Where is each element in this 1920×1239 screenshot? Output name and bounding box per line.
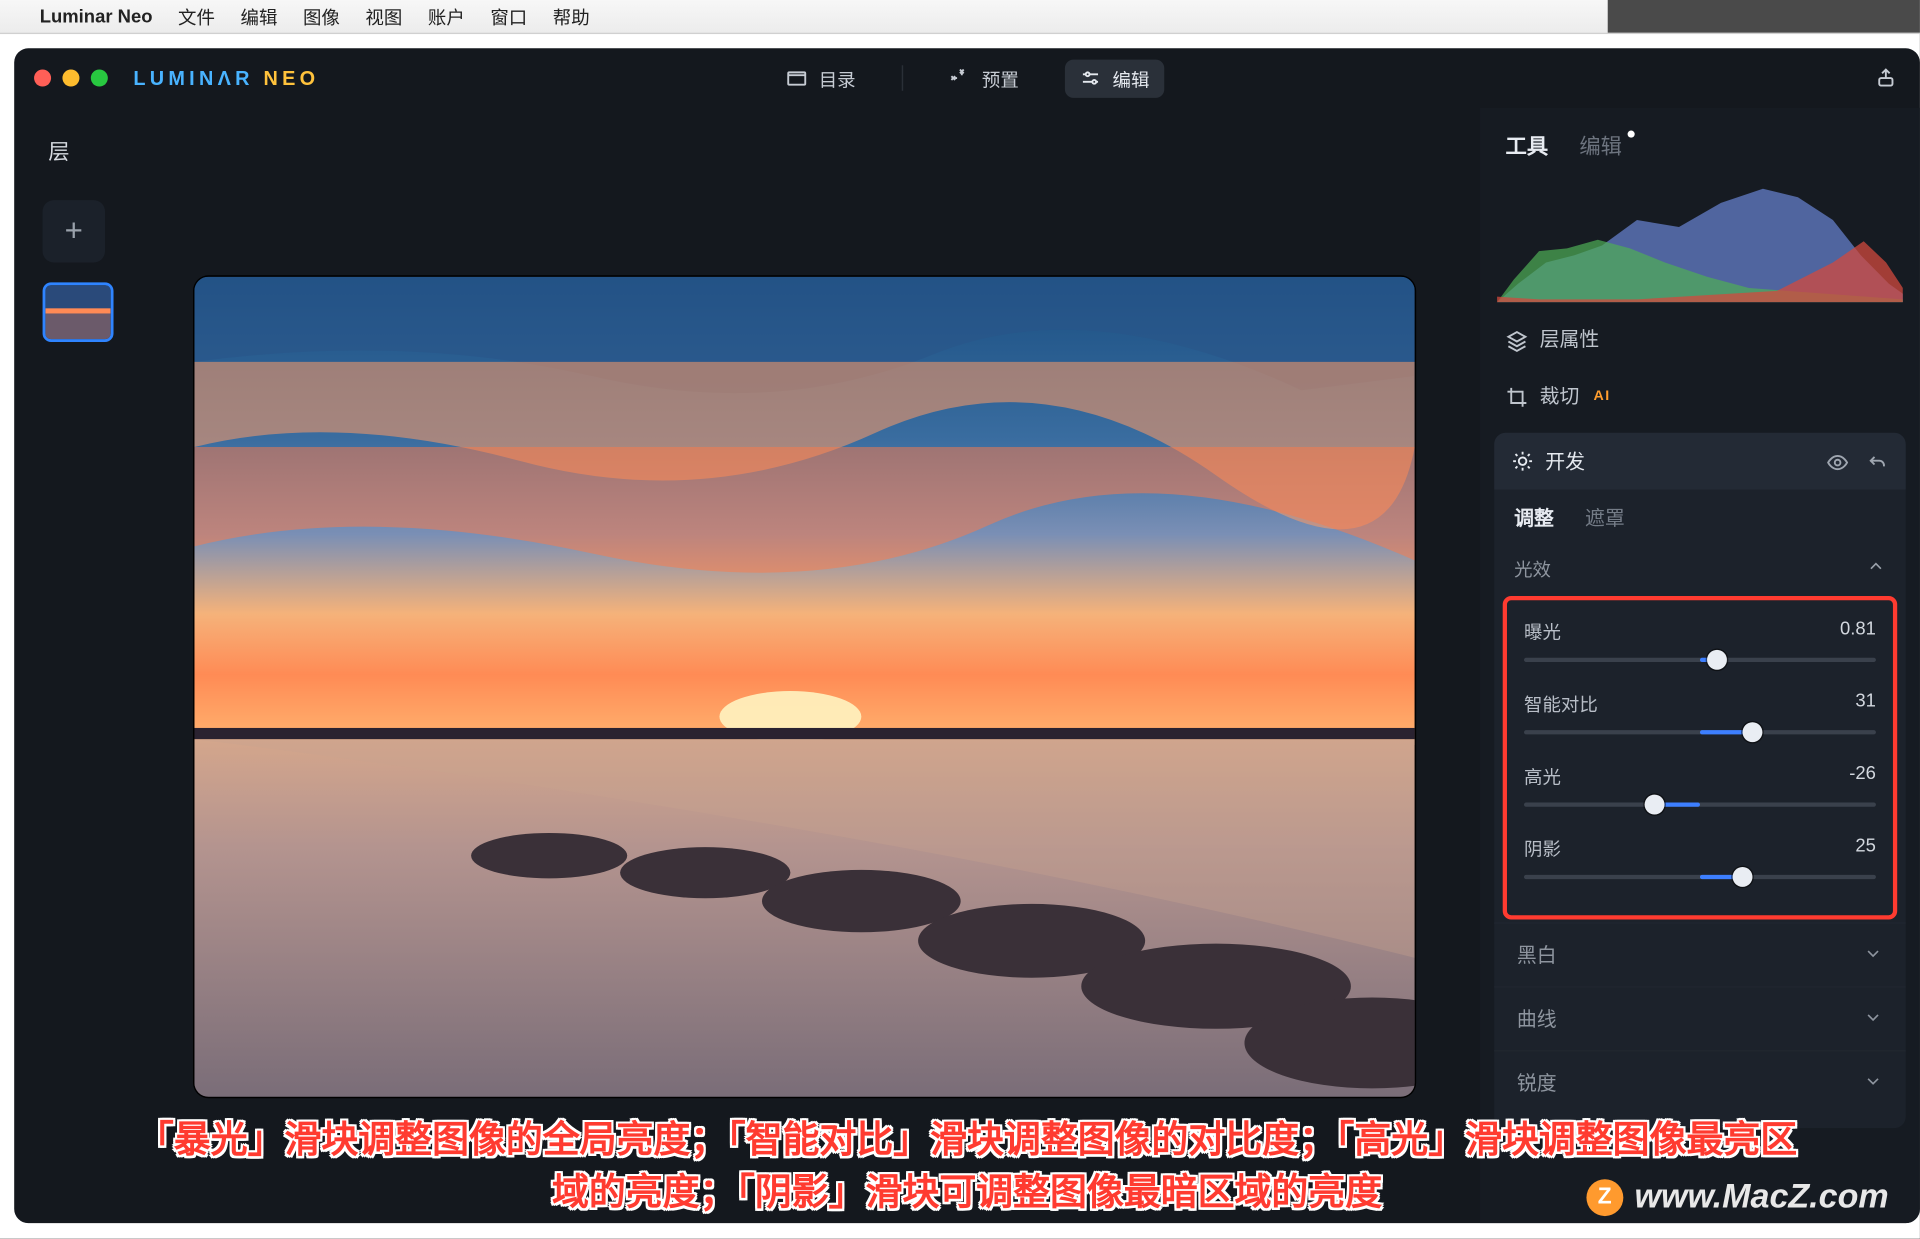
layers-label: 层 [48, 136, 127, 166]
section-label: 锐度 [1517, 1069, 1557, 1097]
ai-badge: AI [1594, 388, 1611, 404]
slider-value: 25 [1855, 834, 1876, 861]
tab-edit-label: 编辑 [1113, 65, 1150, 92]
tab-catalog[interactable]: 目录 [770, 59, 869, 97]
layer-thumbnail[interactable] [43, 282, 114, 342]
tab-catalog-label: 目录 [819, 65, 856, 92]
logo-text-3: NEO [254, 67, 320, 90]
crop-icon [1506, 385, 1529, 408]
chevron-down-icon [1863, 943, 1883, 967]
slider-track[interactable] [1524, 867, 1876, 887]
mac-menubar: Luminar Neo 文件 编辑 图像 视图 账户 窗口 帮助 [0, 0, 1920, 34]
menu-file[interactable]: 文件 [178, 3, 215, 30]
menu-view[interactable]: 视图 [365, 3, 402, 30]
menu-help[interactable]: 帮助 [553, 3, 590, 30]
right-tabs: 工具 编辑 [1480, 108, 1920, 172]
slider-label: 高光 [1524, 762, 1561, 789]
layers-panel: 层 + [14, 108, 128, 1223]
tab-presets-label: 预置 [982, 65, 1019, 92]
eye-icon[interactable] [1826, 450, 1849, 473]
layer-properties-label: 层属性 [1540, 325, 1600, 353]
watermark-badge: Z [1586, 1179, 1623, 1216]
add-layer-button[interactable]: + [43, 200, 105, 262]
section-bw[interactable]: 黑白 [1494, 922, 1906, 986]
develop-header[interactable]: 开发 [1494, 433, 1906, 490]
canvas [128, 108, 1480, 1223]
slider-exposure: 曝光 0.81 [1518, 612, 1881, 684]
develop-label: 开发 [1545, 447, 1585, 475]
close-icon[interactable] [34, 70, 51, 87]
minimize-icon[interactable] [62, 70, 79, 87]
section-curves[interactable]: 曲线 [1494, 986, 1906, 1050]
sun-icon [1511, 450, 1534, 473]
section-label: 黑白 [1517, 941, 1557, 969]
menu-window[interactable]: 窗口 [490, 3, 527, 30]
watermark: Z www.MacZ.com [1586, 1178, 1888, 1218]
tab-presets[interactable]: 预置 [934, 59, 1033, 97]
menu-account[interactable]: 账户 [428, 3, 465, 30]
menu-edit[interactable]: 编辑 [240, 3, 277, 30]
section-sharpness[interactable]: 锐度 [1494, 1050, 1906, 1114]
zoom-icon[interactable] [91, 70, 108, 87]
titlebar: LUMINɅR NEO 目录 预置 [14, 48, 1920, 108]
menubar-right-pad [1608, 0, 1920, 33]
crop-row[interactable]: 裁切 AI [1480, 368, 1920, 425]
menu-image[interactable]: 图像 [303, 3, 340, 30]
undo-icon[interactable] [1866, 450, 1889, 473]
slider-label: 曝光 [1524, 617, 1561, 644]
slider-track[interactable] [1524, 650, 1876, 670]
folder-icon [785, 67, 808, 90]
sliders-icon [1078, 67, 1101, 90]
slider-track[interactable] [1524, 722, 1876, 742]
logo-text-1: LUMIN [133, 67, 217, 90]
app-logo: LUMINɅR NEO [133, 67, 319, 90]
subtab-mask[interactable]: 遮罩 [1585, 504, 1625, 532]
watermark-text: www.MacZ.com [1634, 1178, 1888, 1218]
slider-value: 31 [1855, 690, 1876, 717]
slider-value: -26 [1849, 762, 1876, 789]
sparkle-icon [948, 67, 971, 90]
slider-label: 智能对比 [1524, 690, 1598, 717]
logo-text-2: ɅR [218, 67, 254, 90]
slider-track[interactable] [1524, 795, 1876, 815]
layer-properties-row[interactable]: 层属性 [1480, 311, 1920, 368]
tab-tools[interactable]: 工具 [1506, 131, 1549, 161]
light-section-header[interactable]: 光效 [1494, 543, 1906, 593]
subtab-adjust[interactable]: 调整 [1514, 504, 1554, 532]
histogram[interactable] [1497, 177, 1903, 302]
develop-panel: 调整 遮罩 光效 曝光 0.81 [1494, 490, 1906, 1129]
share-icon[interactable] [1874, 65, 1897, 88]
tab-edits[interactable]: 编辑 [1579, 131, 1622, 161]
preview-image[interactable] [194, 277, 1414, 1097]
menubar-app-name[interactable]: Luminar Neo [40, 6, 153, 27]
edits-indicator-dot [1628, 131, 1635, 138]
caption-line-1: 「暴光」滑块调整图像的全局亮度；「智能对比」滑块调整图像的对比度；「高光」滑块调… [57, 1113, 1878, 1166]
section-label: 曲线 [1517, 1005, 1557, 1033]
tab-edit[interactable]: 编辑 [1064, 59, 1163, 97]
layers-icon [1506, 328, 1529, 351]
chevron-down-icon [1863, 1007, 1883, 1031]
chevron-up-icon [1866, 556, 1886, 580]
app-window: LUMINɅR NEO 目录 预置 [14, 48, 1920, 1223]
titlebar-tabs: 目录 预置 编辑 [770, 59, 1163, 97]
slider-label: 阴影 [1524, 834, 1561, 861]
crop-label: 裁切 [1540, 382, 1580, 410]
slider-value: 0.81 [1840, 617, 1876, 644]
light-sliders-group: 曝光 0.81 智能对比 31 高光 -26 [1503, 596, 1897, 920]
slider-smart-contrast: 智能对比 31 [1518, 684, 1881, 756]
slider-shadows: 阴影 25 [1518, 829, 1881, 901]
divider [901, 65, 902, 91]
right-panel: 工具 编辑 层属性 [1480, 108, 1920, 1223]
light-section-label: 光效 [1514, 555, 1551, 582]
slider-highlights: 高光 -26 [1518, 756, 1881, 828]
chevron-down-icon [1863, 1071, 1883, 1095]
window-controls [34, 70, 108, 87]
